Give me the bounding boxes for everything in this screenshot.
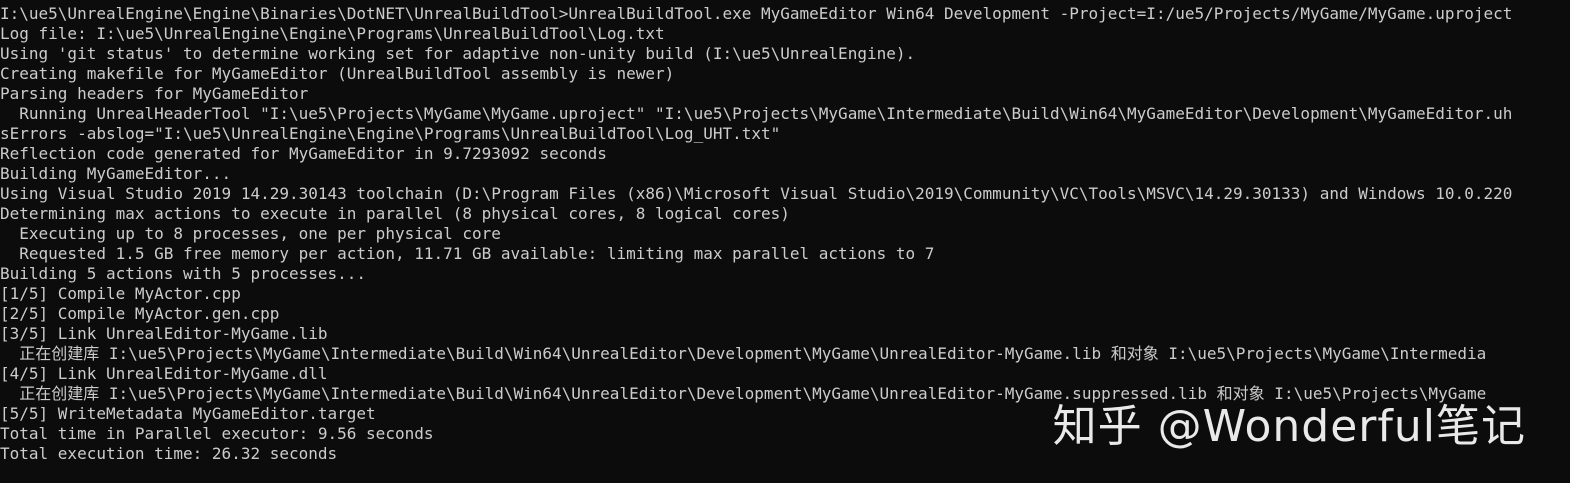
console-line: Building 5 actions with 5 processes... [0, 264, 367, 283]
console-line: Using 'git status' to determine working … [0, 44, 916, 63]
console-line: [1/5] Compile MyActor.cpp [0, 284, 241, 303]
console-line: I:\ue5\UnrealEngine\Engine\Binaries\DotN… [0, 4, 1513, 23]
console-line: sErrors -abslog="I:\ue5\UnrealEngine\Eng… [0, 124, 781, 143]
console-line: Using Visual Studio 2019 14.29.30143 too… [0, 184, 1513, 203]
console-line: [2/5] Compile MyActor.gen.cpp [0, 304, 280, 323]
console-line: [3/5] Link UnrealEditor-MyGame.lib [0, 324, 328, 343]
console-line: Determining max actions to execute in pa… [0, 204, 790, 223]
console-line: Parsing headers for MyGameEditor [0, 84, 309, 103]
console-line: Log file: I:\ue5\UnrealEngine\Engine\Pro… [0, 24, 665, 43]
console-line: 正在创建库 I:\ue5\Projects\MyGame\Intermediat… [0, 344, 1487, 363]
console-line: Reflection code generated for MyGameEdit… [0, 144, 607, 163]
console-line: Building MyGameEditor... [0, 164, 232, 183]
console-line: Running UnrealHeaderTool "I:\ue5\Project… [0, 104, 1513, 123]
console-window[interactable]: I:\ue5\UnrealEngine\Engine\Binaries\DotN… [0, 0, 1570, 483]
watermark-text: 知乎 @Wonderful笔记 [1052, 401, 1526, 452]
console-line: Requested 1.5 GB free memory per action,… [0, 244, 935, 263]
console-line: [4/5] Link UnrealEditor-MyGame.dll [0, 364, 328, 383]
console-line: Executing up to 8 processes, one per phy… [0, 224, 501, 243]
console-line: Creating makefile for MyGameEditor (Unre… [0, 64, 675, 83]
